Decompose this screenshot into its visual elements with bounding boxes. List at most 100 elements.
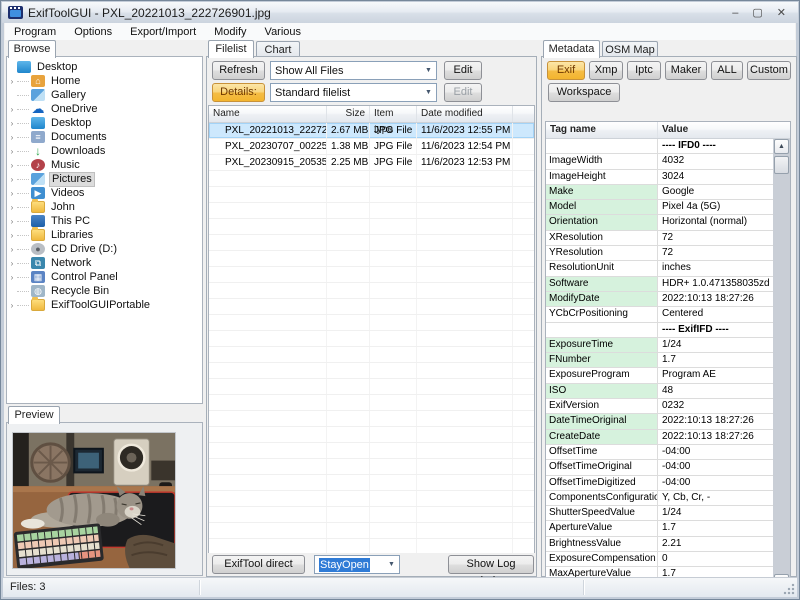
metadata-row[interactable]: YCbCrPositioning Centered — [546, 307, 773, 323]
edit-filter-button[interactable]: Edit — [444, 61, 482, 80]
format-button-xmp[interactable]: Xmp — [589, 61, 623, 80]
format-button-custom[interactable]: Custom — [747, 61, 791, 80]
resize-grip[interactable] — [783, 583, 795, 595]
tree-item-onedrive[interactable]: › ☁ OneDrive — [7, 102, 202, 116]
tree-item-john[interactable]: › John — [7, 199, 202, 214]
column-size[interactable]: Size — [327, 106, 370, 122]
tree-item-downloads[interactable]: › ↓ Downloads — [7, 144, 202, 158]
metadata-row[interactable]: ResolutionUnit inches — [546, 261, 773, 277]
edit-filelist-button[interactable]: Edit — [444, 83, 482, 102]
tree-item-exiftoolguiportable[interactable]: › ExifToolGUIPortable — [7, 297, 202, 312]
format-button-iptc[interactable]: Iptc — [627, 61, 661, 80]
column-name[interactable]: Name — [209, 106, 327, 122]
tab-preview[interactable]: Preview — [8, 406, 60, 424]
stayopen-select[interactable]: StayOpen ▼ — [314, 555, 400, 574]
expand-icon[interactable]: › — [7, 161, 17, 170]
minimize-button[interactable]: – — [732, 6, 738, 20]
metadata-scrollbar[interactable]: ▲ ▼ — [773, 139, 790, 589]
expand-icon[interactable]: › — [7, 147, 17, 156]
expand-icon[interactable]: › — [7, 259, 17, 268]
expand-icon[interactable]: › — [7, 133, 17, 142]
menu-modify[interactable]: Modify — [205, 25, 255, 39]
metadata-row[interactable]: ImageHeight 3024 — [546, 169, 773, 185]
metadata-row[interactable]: BrightnessValue 2.21 — [546, 536, 773, 553]
file-filter-select[interactable]: Show All Files ▼ — [270, 61, 437, 80]
metadata-row[interactable]: ComponentsConfiguration Y, Cb, Cr, - — [546, 490, 773, 507]
tab-browse[interactable]: Browse — [8, 40, 56, 58]
expand-icon[interactable]: › — [7, 119, 17, 128]
metadata-row[interactable]: ModifyDate 2022:10:13 18:27:26 — [546, 291, 773, 308]
metadata-row[interactable]: ShutterSpeedValue 1/24 — [546, 506, 773, 522]
details-button[interactable]: Details: — [212, 83, 265, 102]
file-row[interactable]: PXL_20230915_2053519782.25 MBJPG File11/… — [209, 155, 534, 171]
expand-icon[interactable]: › — [7, 203, 17, 212]
expand-icon[interactable]: › — [7, 245, 17, 254]
metadata-row[interactable]: ISO 48 — [546, 383, 773, 400]
metadata-row[interactable]: Software HDR+ 1.0.471358035zd — [546, 276, 773, 292]
tree-item-control-panel[interactable]: › ▦ Control Panel — [7, 270, 202, 284]
workspace-button[interactable]: Workspace — [548, 83, 620, 102]
metadata-row[interactable]: DateTimeOriginal 2022:10:13 18:27:26 — [546, 414, 773, 430]
tree-item-pictures[interactable]: › Pictures — [7, 171, 202, 187]
scroll-up-icon[interactable]: ▲ — [774, 139, 789, 154]
metadata-row[interactable]: Model Pixel 4a (5G) — [546, 200, 773, 216]
metadata-row[interactable]: ImageWidth 4032 — [546, 154, 773, 170]
format-button-maker[interactable]: Maker — [665, 61, 707, 80]
tree-item-music[interactable]: › ♪ Music — [7, 158, 202, 172]
expand-icon[interactable]: › — [7, 189, 17, 198]
column-item-type[interactable]: Item type — [370, 106, 417, 135]
metadata-row[interactable]: Orientation Horizontal (normal) — [546, 215, 773, 231]
tree-item-network[interactable]: › ⧉ Network — [7, 256, 202, 270]
metadata-row[interactable]: ExposureCompensation 0 — [546, 552, 773, 568]
metadata-row[interactable]: OffsetTimeDigitized -04:00 — [546, 475, 773, 491]
metadata-row[interactable]: ApertureValue 1.7 — [546, 521, 773, 537]
expand-icon[interactable]: › — [7, 231, 17, 240]
tree-item-cd-drive-d-[interactable]: › ● CD Drive (D:) — [7, 242, 202, 256]
expand-icon[interactable]: › — [7, 175, 17, 184]
show-log-button[interactable]: Show Log window — [448, 555, 534, 587]
tree-item-libraries[interactable]: › Libraries — [7, 227, 202, 242]
expand-icon[interactable]: › — [7, 77, 17, 86]
tree-item-recycle-bin[interactable]: ◍ Recycle Bin — [7, 284, 202, 298]
metadata-row[interactable]: ExposureProgram Program AE — [546, 368, 773, 384]
tree-item-desktop[interactable]: Desktop — [7, 60, 202, 74]
menu-options[interactable]: Options — [65, 25, 121, 39]
scrollbar-thumb[interactable] — [774, 156, 789, 174]
refresh-button[interactable]: Refresh — [212, 61, 265, 80]
metadata-row[interactable]: XResolution 72 — [546, 230, 773, 247]
expand-icon[interactable]: › — [7, 105, 17, 114]
expand-icon[interactable]: › — [7, 217, 17, 226]
exiftool-direct-button[interactable]: ExifTool direct — [212, 555, 305, 574]
metadata-row[interactable]: YResolution 72 — [546, 246, 773, 262]
file-row[interactable]: PXL_20221013_2227269012.67 MBJPG File11/… — [209, 123, 534, 139]
metadata-row[interactable]: ExifVersion 0232 — [546, 399, 773, 415]
expand-icon[interactable]: › — [7, 301, 17, 310]
tab-metadata[interactable]: Metadata — [543, 40, 600, 58]
metadata-row[interactable]: OffsetTime -04:00 — [546, 444, 773, 461]
format-button-exif[interactable]: Exif — [547, 61, 585, 80]
metadata-row[interactable]: OffsetTimeOriginal -04:00 — [546, 460, 773, 476]
metadata-row[interactable]: FNumber 1.7 — [546, 353, 773, 369]
maximize-button[interactable]: ▢ — [752, 6, 762, 20]
column-date-modified[interactable]: Date modified — [417, 106, 513, 122]
tree-item-home[interactable]: › ⌂ Home — [7, 74, 202, 88]
metadata-row[interactable]: Make Google — [546, 184, 773, 201]
tree-item-desktop[interactable]: › Desktop — [7, 116, 202, 130]
menu-export-import[interactable]: Export/Import — [121, 25, 205, 39]
column-tag-name[interactable]: Tag name — [546, 122, 658, 138]
menu-various[interactable]: Various — [256, 25, 310, 39]
tab-filelist[interactable]: Filelist — [208, 40, 254, 58]
menu-program[interactable]: Program — [5, 25, 65, 39]
format-button-all[interactable]: ALL — [711, 61, 743, 80]
tree-item-documents[interactable]: › ≡ Documents — [7, 130, 202, 144]
close-button[interactable]: ✕ — [777, 6, 786, 20]
tree-item-videos[interactable]: › ▶ Videos — [7, 186, 202, 200]
expand-icon[interactable]: › — [7, 273, 17, 282]
tree-item-gallery[interactable]: Gallery — [7, 88, 202, 102]
file-row[interactable]: PXL_20230707_0022598131.38 MBJPG File11/… — [209, 139, 534, 155]
tree-item-this-pc[interactable]: › This PC — [7, 214, 202, 228]
column-value[interactable]: Value — [658, 122, 790, 138]
metadata-row[interactable]: CreateDate 2022:10:13 18:27:26 — [546, 429, 773, 445]
filelist-type-select[interactable]: Standard filelist ▼ — [270, 83, 437, 102]
metadata-row[interactable]: ExposureTime 1/24 — [546, 337, 773, 354]
